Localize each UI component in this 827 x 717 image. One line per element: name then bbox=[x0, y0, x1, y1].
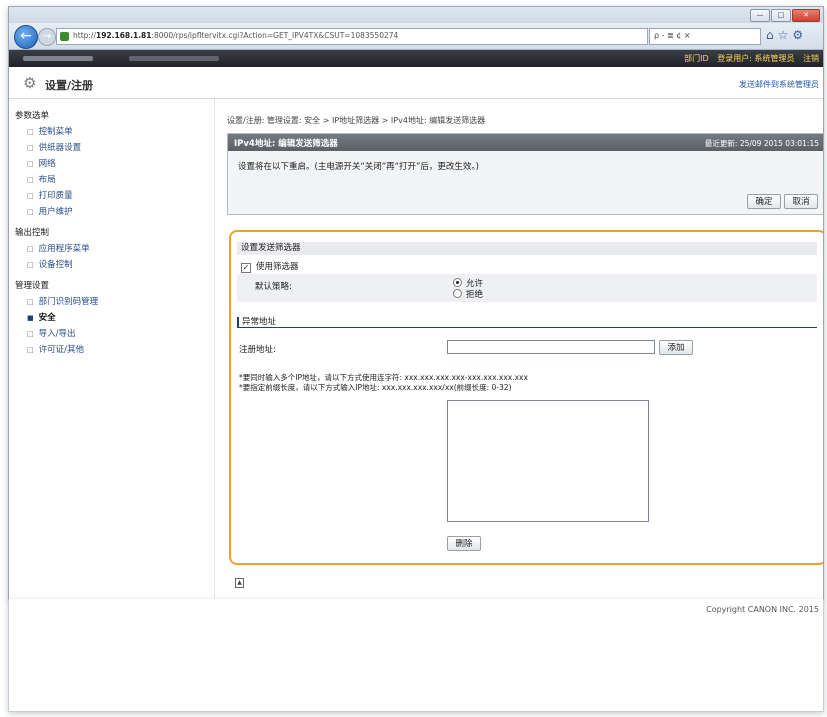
sidebar-item-application-menu[interactable]: 应用程序菜单 bbox=[27, 242, 90, 254]
tools-gear-icon[interactable]: ⚙ bbox=[792, 28, 803, 42]
url-text: http://192.168.1.81:8000/rps/ipfltervitx… bbox=[73, 31, 399, 40]
default-policy-label: 默认策略: bbox=[255, 282, 292, 292]
sidebar-heading: 管理设置 bbox=[15, 281, 50, 291]
use-filter-row: ✓ 使用筛选器 bbox=[241, 260, 299, 273]
sidebar-item-paper-source[interactable]: 供纸器设置 bbox=[27, 141, 82, 153]
sidebar-item-network[interactable]: 网络 bbox=[27, 157, 56, 169]
default-policy-row: 默认策略: 允许 拒绝 bbox=[237, 274, 817, 302]
page-title: 设置/注册 bbox=[45, 79, 94, 92]
panel-title: IPv4地址: 编辑发送筛选器 bbox=[234, 139, 338, 149]
copyright-text: Copyright CANON INC. 2015 bbox=[706, 605, 819, 614]
exception-address-heading: 异常地址 bbox=[237, 317, 817, 328]
device-name bbox=[129, 56, 219, 61]
register-address-label: 注册地址: bbox=[239, 345, 276, 355]
search-box[interactable]: ρ - ≣ ¢ × bbox=[649, 28, 761, 45]
logout-link[interactable]: 注销 bbox=[803, 54, 819, 63]
sidebar-item-control-menu[interactable]: 控制菜单 bbox=[27, 125, 73, 137]
home-icon[interactable]: ⌂ bbox=[766, 28, 774, 42]
sidebar-item-device-control[interactable]: 设备控制 bbox=[27, 258, 73, 270]
cancel-button[interactable]: 取消 bbox=[784, 194, 818, 209]
browser-titlebar: — □ ✕ bbox=[9, 7, 823, 23]
browser-window: — □ ✕ ← → http://192.168.1.81:8000/rps/i… bbox=[8, 6, 824, 600]
site-favicon-icon bbox=[60, 32, 69, 41]
page-footer-area: Copyright CANON INC. 2015 bbox=[8, 599, 824, 712]
header-links: 部门ID 登录用户: 系统管理员 注销 bbox=[678, 53, 819, 64]
forward-arrow-icon[interactable]: → bbox=[38, 28, 56, 46]
sidebar-item-security[interactable]: 安全 bbox=[27, 311, 56, 323]
department-id-link[interactable]: 部门ID bbox=[684, 54, 709, 63]
ok-button[interactable]: 确定 bbox=[747, 194, 781, 209]
prefix-note: *要指定前缀长度，请以下方式输入IP地址: xxx.xxx.xxx.xxx/xx… bbox=[239, 383, 512, 392]
minimize-button[interactable]: — bbox=[750, 9, 770, 22]
sidebar-item-license-other[interactable]: 许可证/其他 bbox=[27, 343, 84, 355]
exception-address-list[interactable] bbox=[447, 400, 649, 522]
policy-deny-radio[interactable]: 拒绝 bbox=[453, 288, 483, 300]
sidebar-item-import-export[interactable]: 导入/导出 bbox=[27, 327, 76, 339]
restart-notice: 设置将在以下重启。(主电源开关“关闭”再“打开”后，更改生效。) bbox=[238, 162, 479, 172]
sidebar: 参数选单 控制菜单 供纸器设置 网络 布局 打印质量 用户维护 输出控制 应用程… bbox=[9, 99, 215, 599]
login-user-text: 登录用户: 系统管理员 bbox=[717, 54, 795, 63]
header-panel: IPv4地址: 编辑发送筛选器 最近更新: 25/09 2015 03:01:1… bbox=[227, 133, 823, 215]
browser-navbar: ← → http://192.168.1.81:8000/rps/ipflter… bbox=[9, 23, 823, 50]
panel-titlebar: IPv4地址: 编辑发送筛选器 最近更新: 25/09 2015 03:01:1… bbox=[228, 134, 823, 151]
sidebar-heading: 参数选单 bbox=[15, 111, 50, 121]
address-bar[interactable]: http://192.168.1.81:8000/rps/ipfltervitx… bbox=[56, 28, 648, 45]
add-button[interactable]: 添加 bbox=[659, 340, 693, 355]
settings-gear-icon: ⚙ bbox=[23, 74, 37, 92]
filter-settings-form: 设置发送筛选器 ✓ 使用筛选器 默认策略: 允许 拒绝 异常地址 注册地址: 添加… bbox=[229, 230, 823, 565]
mail-admin-link[interactable]: 发送邮件到系统管理员 bbox=[739, 79, 819, 90]
back-arrow-icon[interactable]: ← bbox=[14, 25, 38, 49]
product-logo bbox=[23, 56, 93, 61]
delete-button[interactable]: 删除 bbox=[447, 536, 481, 551]
register-address-input[interactable] bbox=[447, 340, 655, 354]
section-header: 设置发送筛选器 bbox=[237, 242, 817, 255]
sidebar-item-layout[interactable]: 布局 bbox=[27, 173, 56, 185]
breadcrumb: 设置/注册: 管理设置: 安全 > IP地址筛选器 > IPv4地址: 编辑发送… bbox=[227, 116, 486, 125]
close-button[interactable]: ✕ bbox=[792, 9, 820, 22]
sidebar-heading: 输出控制 bbox=[15, 228, 50, 238]
sidebar-item-user-maintenance[interactable]: 用户维护 bbox=[27, 205, 73, 217]
sidebar-item-department-id[interactable]: 部门识别码管理 bbox=[27, 295, 99, 307]
use-filter-checkbox[interactable]: ✓ bbox=[241, 263, 251, 273]
last-updated-text: 最近更新: 25/09 2015 03:01:15 bbox=[704, 139, 819, 148]
favorites-star-icon[interactable]: ☆ bbox=[778, 28, 789, 42]
page-top-icon[interactable]: ▲ bbox=[235, 578, 244, 588]
title-area: ⚙ 设置/注册 发送邮件到系统管理员 bbox=[9, 68, 823, 99]
sidebar-item-print-quality[interactable]: 打印质量 bbox=[27, 189, 73, 201]
use-filter-label: 使用筛选器 bbox=[256, 262, 299, 272]
maximize-button[interactable]: □ bbox=[771, 9, 791, 22]
app-header-bar: 部门ID 登录用户: 系统管理员 注销 bbox=[9, 50, 823, 67]
